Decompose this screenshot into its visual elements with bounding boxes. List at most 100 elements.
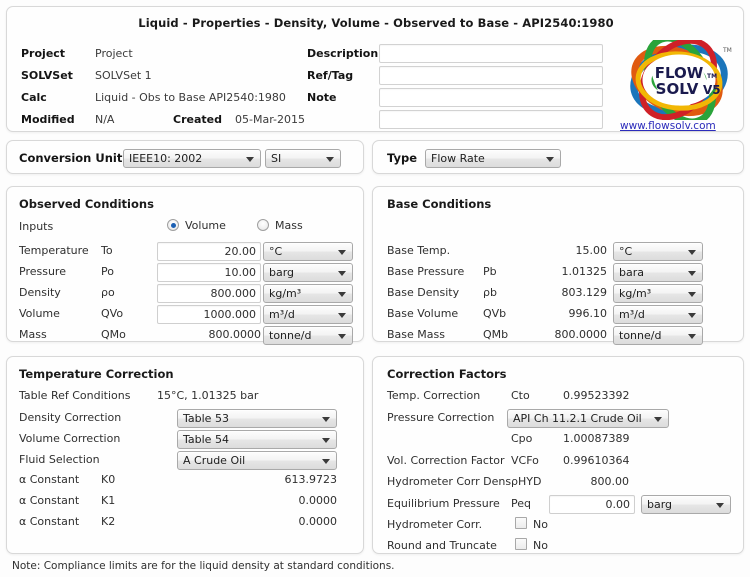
observed-mass-value: 800.0000 — [208, 328, 262, 341]
hydrometer-corr-dens-symbol: ρHYD — [511, 475, 542, 488]
header-value-project: Project — [95, 47, 133, 60]
svg-text:TM: TM — [722, 47, 732, 54]
observed-temperature-value: 20.00 — [224, 245, 257, 258]
observed-conditions-panel: Observed Conditions Inputs Volume Mass T… — [6, 186, 364, 345]
hydrometer-corr-checkbox[interactable] — [515, 517, 527, 529]
observed-row-symbol-density: ρo — [101, 286, 115, 299]
reftag-input[interactable] — [380, 67, 602, 84]
extra-input[interactable] — [380, 111, 602, 128]
base-mass-unit-select[interactable]: tonne/d — [613, 326, 703, 345]
header-label-reftag: Ref/Tag — [307, 69, 354, 82]
hydrometer-corr-state: No — [533, 518, 548, 531]
reftag-field[interactable] — [379, 66, 603, 85]
base-temp-value: 15.00 — [575, 244, 608, 257]
observed-temperature-unit-select[interactable]: °C — [263, 242, 353, 261]
header-value-created: 05-Mar-2015 — [235, 113, 305, 126]
hydrometer-corr-dens-value: 800.00 — [590, 475, 630, 488]
conversion-system-select[interactable]: SI — [265, 149, 341, 168]
alpha-constant-value-k2: 0.0000 — [298, 515, 338, 528]
observed-density-value: 800.000 — [210, 287, 257, 300]
extra-field[interactable] — [379, 110, 603, 129]
density-correction-select[interactable]: Table 53 — [177, 409, 337, 428]
base-row-symbol-density: ρb — [483, 286, 497, 299]
description-input[interactable] — [380, 45, 602, 62]
header-panel: Liquid - Properties - Density, Volume - … — [6, 6, 744, 132]
temperature-correction-title: Temperature Correction — [19, 367, 174, 381]
hydrometer-corr-dens-label: Hydrometer Corr Dens — [387, 475, 512, 488]
base-row-label-density: Base Density — [387, 286, 460, 299]
observed-volume-input[interactable]: 1000.000 — [157, 305, 261, 324]
observed-temperature-input[interactable]: 20.00 — [157, 242, 261, 261]
chevron-down-icon — [322, 438, 330, 443]
observed-volume-value: 1000.000 — [203, 308, 257, 321]
equilibrium-pressure-input[interactable]: 0.00 — [549, 495, 635, 514]
base-row-symbol-mass: QMb — [483, 328, 509, 341]
base-density-value: 803.129 — [561, 286, 608, 299]
type-panel: Type Flow Rate — [372, 140, 744, 174]
type-select[interactable]: Flow Rate — [425, 149, 561, 168]
chevron-down-icon — [688, 334, 696, 339]
temp-correction-factor-value: 0.99523392 — [563, 389, 630, 402]
observed-pressure-unit-select[interactable]: barg — [263, 263, 353, 282]
chevron-down-icon — [338, 271, 346, 276]
pressure-correction-label: Pressure Correction — [387, 411, 495, 424]
alpha-constant-label-k0: α Constant — [19, 473, 80, 486]
svg-text:TM: TM — [707, 73, 717, 80]
alpha-constant-label-k1: α Constant — [19, 494, 80, 507]
volume-correction-value: Table 54 — [183, 433, 229, 446]
observed-volume-unit-select[interactable]: m³/d — [263, 305, 353, 324]
observed-pressure-value: 10.00 — [224, 266, 257, 279]
chevron-down-icon — [322, 417, 330, 422]
svg-text:SOLV: SOLV — [656, 80, 699, 98]
observed-row-label-volume: Volume — [19, 307, 60, 320]
page-title: Liquid - Properties - Density, Volume - … — [138, 16, 614, 30]
conversion-unit-label: Conversion Unit — [19, 151, 123, 165]
radio-volume[interactable] — [167, 219, 179, 231]
description-field[interactable] — [379, 44, 603, 63]
round-and-truncate-checkbox[interactable] — [515, 538, 527, 550]
type-label: Type — [387, 151, 418, 165]
correction-factors-title: Correction Factors — [387, 367, 507, 381]
header-value-modified: N/A — [95, 113, 115, 126]
observed-density-input[interactable]: 800.000 — [157, 284, 261, 303]
observed-row-symbol-volume: QVo — [101, 307, 124, 320]
flowsolv-website-link[interactable]: www.flowsolv.com — [620, 120, 716, 132]
conversion-standard-select[interactable]: IEEE10: 2002 — [123, 149, 261, 168]
conversion-system-value: SI — [271, 152, 282, 165]
pressure-correction-select[interactable]: API Ch 11.2.1 Crude Oil — [507, 409, 669, 428]
fluid-selection-select[interactable]: A Crude Oil — [177, 451, 337, 470]
observed-pressure-input[interactable]: 10.00 — [157, 263, 261, 282]
chevron-down-icon — [654, 417, 662, 422]
base-row-symbol-volume: QVb — [483, 307, 507, 320]
base-pressure-unit-select[interactable]: bara — [613, 263, 703, 282]
fluid-selection-value: A Crude Oil — [183, 454, 246, 467]
alpha-constant-symbol-k2: K2 — [101, 515, 116, 528]
equilibrium-pressure-unit-select[interactable]: barg — [641, 495, 731, 514]
base-volume-unit-select[interactable]: m³/d — [613, 305, 703, 324]
header-label-created: Created — [173, 113, 222, 126]
alpha-constant-symbol-k1: K1 — [101, 494, 116, 507]
base-mass-unit-value: tonne/d — [619, 329, 662, 342]
radio-mass[interactable] — [257, 219, 269, 231]
alpha-constant-value-k0: 613.9723 — [284, 473, 338, 486]
alpha-constant-symbol-k0: K0 — [101, 473, 116, 486]
round-and-truncate-label: Round and Truncate — [387, 539, 497, 552]
equilibrium-pressure-unit-value: barg — [647, 498, 673, 511]
base-temp-unit-select[interactable]: °C — [613, 242, 703, 261]
base-density-unit-select[interactable]: kg/m³ — [613, 284, 703, 303]
base-row-label-mass: Base Mass — [387, 328, 445, 341]
note-input[interactable] — [380, 89, 602, 106]
svg-text:V5: V5 — [703, 83, 721, 97]
observed-density-unit-select[interactable]: kg/m³ — [263, 284, 353, 303]
volume-correction-select[interactable]: Table 54 — [177, 430, 337, 449]
header-label-note: Note — [307, 91, 337, 104]
temperature-correction-panel: Temperature Correction Table Ref Conditi… — [6, 356, 364, 554]
base-density-unit-value: kg/m³ — [619, 287, 652, 300]
note-field[interactable] — [379, 88, 603, 107]
cpo-symbol: Cpo — [511, 432, 533, 445]
header-value-calc: Liquid - Obs to Base API2540:1980 — [95, 91, 286, 104]
type-value: Flow Rate — [431, 152, 485, 165]
pressure-correction-value: API Ch 11.2.1 Crude Oil — [513, 412, 642, 425]
base-row-label-volume: Base Volume — [387, 307, 459, 320]
observed-mass-unit-select[interactable]: tonne/d — [263, 326, 353, 345]
